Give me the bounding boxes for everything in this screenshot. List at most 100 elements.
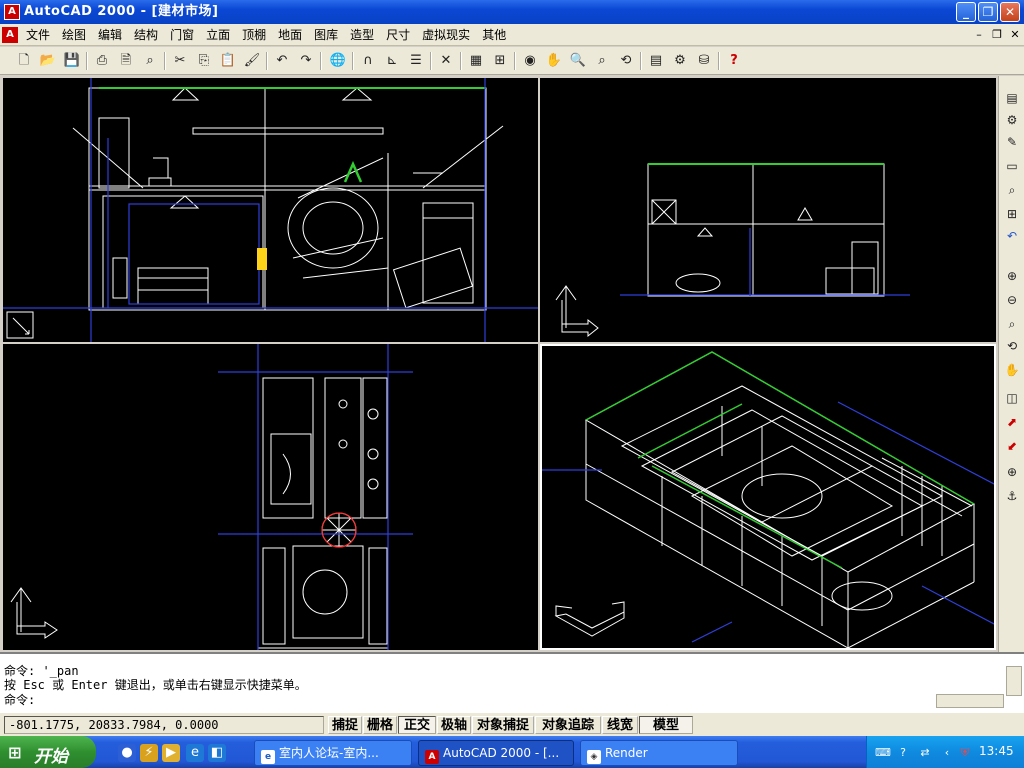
title-bar[interactable]: A AutoCAD 2000 - [建材市场] _ ❐ ✕	[0, 0, 1024, 24]
zoom-scale-icon[interactable]: ✋	[1002, 360, 1022, 380]
tiled-viewports-icon[interactable]: ⊞	[490, 51, 510, 71]
undo-icon[interactable]: ↶	[272, 51, 292, 71]
cut-icon[interactable]: ✂	[170, 51, 190, 71]
zoom-window-icon[interactable]: ⌕	[592, 51, 612, 71]
match-properties-icon[interactable]: 🖌	[242, 51, 262, 71]
task-autocad[interactable]: A AutoCAD 2000 - [...	[418, 740, 574, 766]
new-icon[interactable]: 🗋	[14, 51, 34, 71]
viewport-side-elevation[interactable]	[540, 78, 996, 342]
zoom-all-icon[interactable]: ⌕	[1002, 314, 1022, 334]
command-window[interactable]: 命令: '_pan 按 Esc 或 Enter 键退出，或单击右键显示快捷菜单。…	[0, 652, 1024, 712]
task-render[interactable]: ◈ Render	[580, 740, 738, 766]
3d-orbit-icon[interactable]: ◉	[520, 51, 540, 71]
menu-virtual-reality[interactable]: 虚拟现实	[416, 27, 476, 43]
command-prompt[interactable]: 命令:	[4, 693, 35, 707]
properties-icon[interactable]: ▤	[646, 51, 666, 71]
ucs-icon[interactable]: ⊾	[382, 51, 402, 71]
quicklaunch-ie-icon[interactable]: e	[186, 744, 204, 762]
menu-floor[interactable]: 地面	[272, 27, 308, 43]
expand-tray-icon[interactable]: ‹	[939, 745, 955, 761]
quicklaunch-media-icon[interactable]: ▶	[162, 744, 180, 762]
polar-toggle[interactable]: 极轴	[437, 716, 471, 734]
quicklaunch-info-icon[interactable]: ●	[118, 744, 136, 762]
security-shield-icon[interactable]: ⛨	[957, 745, 973, 761]
help-icon[interactable]: ?	[724, 51, 744, 71]
menu-ceiling[interactable]: 顶棚	[236, 27, 272, 43]
model-toggle[interactable]: 模型	[639, 716, 693, 734]
zoom-out-icon[interactable]: ⊖	[1002, 290, 1022, 310]
layer-icon[interactable]: ⚙	[1002, 110, 1022, 130]
quicklaunch-desktop-icon[interactable]: ◧	[208, 744, 226, 762]
database-icon[interactable]: ⛁	[694, 51, 714, 71]
paste-icon[interactable]: 📋	[218, 51, 238, 71]
viewport-plan[interactable]	[3, 344, 538, 650]
zoom-realtime-icon[interactable]: 🔍	[568, 51, 588, 71]
zoom-in-icon[interactable]: ⊕	[1002, 266, 1022, 286]
zoom-extents-icon[interactable]: ⌕	[1002, 180, 1022, 200]
find-icon[interactable]: ⌕	[140, 51, 160, 71]
snap-toggle[interactable]: 捕捉	[328, 716, 362, 734]
doc-minimize-button[interactable]: –	[972, 28, 986, 42]
region-icon[interactable]: ▭	[1002, 156, 1022, 176]
target-icon[interactable]: ⊕	[1002, 462, 1022, 482]
pencil-icon[interactable]: ✎	[1002, 132, 1022, 152]
keyboard-icon[interactable]: ⌨	[875, 745, 891, 761]
help-tray-icon[interactable]: ?	[895, 745, 911, 761]
undo-view-icon[interactable]: ↶	[1002, 226, 1022, 246]
viewport-front-elevation[interactable]	[3, 78, 538, 342]
menu-draw[interactable]: 绘图	[56, 27, 92, 43]
zoom-dynamic-icon[interactable]: ⟲	[1002, 336, 1022, 356]
task-ie-forum[interactable]: e 室内人论坛-室内...	[254, 740, 412, 766]
pan-icon[interactable]: ✋	[544, 51, 564, 71]
open-icon[interactable]: 📂	[38, 51, 58, 71]
menu-dimension[interactable]: 尺寸	[380, 27, 416, 43]
close-button[interactable]: ✕	[1000, 2, 1020, 22]
document-icon[interactable]: A	[2, 27, 18, 43]
snap-icon[interactable]: ∩	[358, 51, 378, 71]
minimize-button[interactable]: _	[956, 2, 976, 22]
autocad-icon[interactable]: A	[4, 4, 20, 20]
command-horizontal-scrollbar[interactable]	[936, 694, 1004, 708]
explode-icon[interactable]: ⬋	[1002, 436, 1022, 456]
print-icon[interactable]: ⎙	[92, 51, 112, 71]
redo-icon[interactable]: ↷	[296, 51, 316, 71]
viewport-isometric[interactable]	[540, 344, 996, 650]
menu-modeling[interactable]: 造型	[344, 27, 380, 43]
named-views-icon[interactable]: ▦	[466, 51, 486, 71]
quicklaunch-flash-icon[interactable]: ⚡	[140, 744, 158, 762]
view-icon[interactable]: ◫	[1002, 388, 1022, 408]
menu-library[interactable]: 图库	[308, 27, 344, 43]
network-icon[interactable]: ⇄	[917, 745, 933, 761]
coordinate-display[interactable]: -801.1775, 20833.7984, 0.0000	[4, 716, 324, 734]
grid-icon[interactable]: ⊞	[1002, 204, 1022, 224]
anchor-icon[interactable]: ⚓	[1002, 486, 1022, 506]
copy-icon[interactable]: ⎘	[194, 51, 214, 71]
menu-doors-windows[interactable]: 门窗	[164, 27, 200, 43]
menu-structure[interactable]: 结构	[128, 27, 164, 43]
print-preview-icon[interactable]: 🗎	[116, 51, 136, 71]
properties-icon[interactable]: ▤	[1002, 88, 1022, 108]
clock[interactable]: 13:45	[979, 744, 1014, 758]
measure-icon[interactable]: ✕	[436, 51, 456, 71]
menu-file[interactable]: 文件	[20, 27, 56, 43]
menu-other[interactable]: 其他	[476, 27, 512, 43]
command-vertical-scrollbar[interactable]	[1006, 666, 1022, 696]
otrack-toggle[interactable]: 对象追踪	[535, 716, 601, 734]
restore-button[interactable]: ❐	[978, 2, 998, 22]
lineweight-toggle[interactable]: 线宽	[602, 716, 638, 734]
design-center-icon[interactable]: ⚙	[670, 51, 690, 71]
grid-toggle[interactable]: 栅格	[363, 716, 397, 734]
insert-icon[interactable]: ⬈	[1002, 412, 1022, 432]
ortho-toggle[interactable]: 正交	[398, 716, 436, 734]
save-icon[interactable]: 💾	[62, 51, 82, 71]
hyperlink-icon[interactable]: 🌐	[328, 51, 348, 71]
osnap-toggle[interactable]: 对象捕捉	[472, 716, 534, 734]
start-button[interactable]: ⊞ 开始	[0, 736, 96, 768]
doc-close-button[interactable]: ✕	[1008, 28, 1022, 42]
zoom-previous-icon[interactable]: ⟲	[616, 51, 636, 71]
menu-edit[interactable]: 编辑	[92, 27, 128, 43]
list-icon[interactable]: ☰	[406, 51, 426, 71]
menu-elevation[interactable]: 立面	[200, 27, 236, 43]
doc-restore-button[interactable]: ❐	[990, 28, 1004, 42]
standard-toolbar: 🗋 📂 💾 ⎙ 🗎 ⌕ ✂ ⎘ 📋 🖌 ↶ ↷ 🌐 ∩ ⊾ ☰ ✕ ▦ ⊞ ◉ …	[0, 47, 1024, 75]
